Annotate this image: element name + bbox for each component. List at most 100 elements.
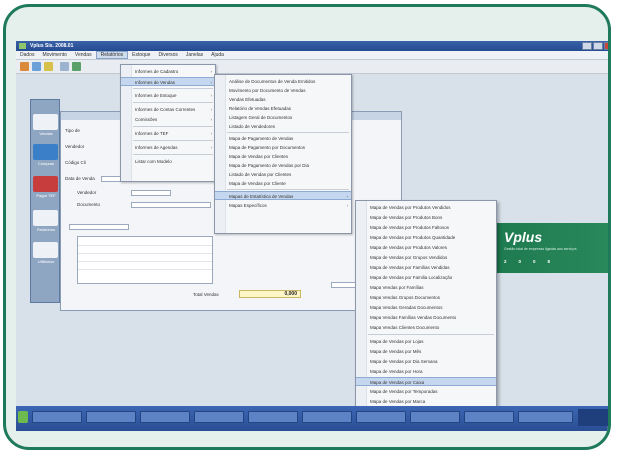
reports-menu: Informes de Cadastro › Informes de Vendas… (120, 64, 216, 182)
purchases-nav-icon[interactable] (33, 144, 58, 160)
menu-item[interactable]: Mapa Vendas Geradas Documentos (356, 303, 496, 312)
menu-item[interactable]: Mapa de Vendas por Produtos Valores (356, 243, 496, 252)
menu-item[interactable]: Mapa de Vendas por Produtos Faltosos (356, 223, 496, 232)
menu-item[interactable]: Mapa de Vendas por Produtos Vendidos (356, 203, 496, 212)
product-tab[interactable] (69, 224, 129, 230)
menu-item-modelo[interactable]: Listar com Modelo (121, 157, 215, 166)
close-button[interactable] (604, 42, 608, 50)
menu-diversos[interactable]: Diversos (154, 52, 181, 58)
menu-item[interactable]: Movimento por Documento de Vendas (215, 86, 351, 95)
menu-item-estoque[interactable]: Informes de Estoque › (121, 91, 215, 100)
menu-item[interactable]: Mapa de Vendas por Grupos Vendidos (356, 253, 496, 262)
menu-item-cadastro[interactable]: Informes de Cadastro › (121, 67, 215, 76)
menu-item-tef[interactable]: Informes de TEF › (121, 129, 215, 138)
menu-item-comissoes[interactable]: Comissões › (121, 115, 215, 124)
menu-item[interactable]: Mapa de Vendas por Familia Localização (356, 273, 496, 282)
menu-item[interactable]: Mapa Vendas Clientes Documento (356, 323, 496, 332)
menu-item[interactable]: Mapa de Vendas por Marca (356, 397, 496, 406)
maximize-button[interactable] (593, 42, 603, 50)
document-field[interactable] (131, 202, 211, 208)
menu-item[interactable]: Listagem Geral de Documentos (215, 113, 351, 122)
menu-item[interactable]: Mapa de Vendas por Clientes (215, 152, 351, 161)
menu-item[interactable]: Mapa de Vendas por Dia Semana (356, 357, 496, 366)
statistics-submenu: Mapa de Vendas por Produtos Vendidos Map… (355, 200, 497, 425)
menu-item-contas[interactable]: Informes de Contas Correntes › (121, 105, 215, 114)
menu-relatorios[interactable]: Relatórios (95, 51, 129, 59)
menu-item[interactable]: Mapa de Pagamento de Vendas por Dia (215, 161, 351, 170)
taskbar-button[interactable] (518, 411, 573, 423)
menu-item[interactable]: Mapa de Vendas por Hora (356, 367, 496, 376)
menu-item[interactable]: Mapa de Pagamento de Vendas (215, 134, 351, 143)
menu-item-label: Mapas Específicos (229, 203, 267, 208)
menu-item-label: Informes de Vendas (135, 80, 176, 85)
taskbar-button[interactable] (248, 411, 298, 423)
taskbar-button[interactable] (464, 411, 514, 423)
left-panel-item-label: Pagar TEF (36, 193, 56, 198)
menu-item[interactable]: Listado de Vendas por Clientes (215, 170, 351, 179)
menu-item[interactable]: Análise de Documentos de Venda Emitidos (215, 77, 351, 86)
menu-item[interactable]: Mapa Vendas Famílias Vendas Documento (356, 313, 496, 322)
menu-divider (133, 102, 213, 103)
app-icon (19, 43, 26, 49)
menu-item[interactable]: Mapa de Vendas por Mês (356, 347, 496, 356)
reports-nav-icon[interactable] (33, 210, 58, 226)
menu-item[interactable]: Relatório de Vendas Efetuadas (215, 104, 351, 113)
minimize-button[interactable] (582, 42, 592, 50)
field-label: Vendedor (77, 190, 97, 195)
menu-vendas[interactable]: Vendas (71, 52, 96, 58)
menu-item-selected[interactable]: Mapa de Vendas por Caixa (356, 377, 496, 386)
taskbar-button[interactable] (32, 411, 82, 423)
menu-item[interactable]: Mapa de Vendas por Cliente (215, 179, 351, 188)
menu-item-vendas[interactable]: Informes de Vendas › (121, 77, 215, 86)
menu-divider (133, 154, 213, 155)
menu-item-specific[interactable]: Mapas Específicos › (215, 201, 351, 210)
menu-item-agendas[interactable]: Informes de Agendas › (121, 143, 215, 152)
sales-nav-icon[interactable] (33, 114, 58, 130)
field-label: Código Cli (65, 160, 86, 165)
rounded-frame: Vplus Sis. 2008.01 Dados Movimento Venda… (3, 4, 611, 450)
sales-grid[interactable] (77, 236, 213, 284)
menu-ajuda[interactable]: Ajuda (207, 52, 228, 58)
taskbar-button[interactable] (410, 411, 460, 423)
tef-nav-icon[interactable] (33, 176, 58, 192)
document-icon[interactable] (60, 62, 69, 71)
people-icon[interactable] (32, 62, 41, 71)
menu-item-statistics[interactable]: Mapas de Estatística de Vendas › (215, 191, 351, 200)
desktop-screen: Vplus Sis. 2008.01 Dados Movimento Venda… (16, 41, 608, 431)
taskbar-button[interactable] (86, 411, 136, 423)
menu-item[interactable]: Listado de Vendedores (215, 122, 351, 131)
table-row (78, 269, 212, 270)
menu-item[interactable]: Mapa de Vendas por Produtos Quantidade (356, 233, 496, 242)
taskbar-button[interactable] (356, 411, 406, 423)
taskbar-button[interactable] (140, 411, 190, 423)
menu-item-label: Mapas de Estatística de Vendas (229, 194, 294, 199)
seller-field[interactable] (131, 190, 171, 196)
folder-icon[interactable] (44, 62, 53, 71)
utilities-nav-icon[interactable] (33, 242, 58, 258)
submenu-arrow-icon: › (210, 80, 213, 85)
menu-item[interactable]: Mapa de Vendas por Temporadas (356, 387, 496, 396)
menu-item-label: Informes de TEF (135, 131, 169, 136)
start-button[interactable] (18, 411, 28, 423)
chart-icon[interactable] (72, 62, 81, 71)
taskbar-button[interactable] (194, 411, 244, 423)
menu-item[interactable]: Mapa de Vendas por Produtos Bons (356, 213, 496, 222)
menu-estoque[interactable]: Estoque (128, 52, 154, 58)
app-titlebar[interactable]: Vplus Sis. 2008.01 (16, 41, 608, 51)
table-row (78, 253, 212, 254)
menu-janelas[interactable]: Janelas (182, 52, 207, 58)
submenu-arrow-icon: › (210, 107, 213, 112)
menu-item[interactable]: Mapa de Vendas por Famílias Vendidas (356, 263, 496, 272)
user-icon[interactable] (20, 62, 29, 71)
menu-item[interactable]: Mapa de Vendas por Lojas (356, 337, 496, 346)
menu-item[interactable]: Vendas Efetuadas (215, 95, 351, 104)
left-panel-item-label: Relatórios (36, 227, 55, 232)
menu-item[interactable]: Mapa Vendas Grupos Documentos (356, 293, 496, 302)
menu-item[interactable]: Mapa de Pagamento por Documentos (215, 143, 351, 152)
menu-item[interactable]: Mapa Vendas por Famílias (356, 283, 496, 292)
field-label: Tipo de (65, 128, 80, 133)
field-label: Data de Venda (65, 176, 95, 181)
menu-movimento[interactable]: Movimento (38, 52, 70, 58)
taskbar-button[interactable] (302, 411, 352, 423)
menu-dados[interactable]: Dados (16, 52, 38, 58)
